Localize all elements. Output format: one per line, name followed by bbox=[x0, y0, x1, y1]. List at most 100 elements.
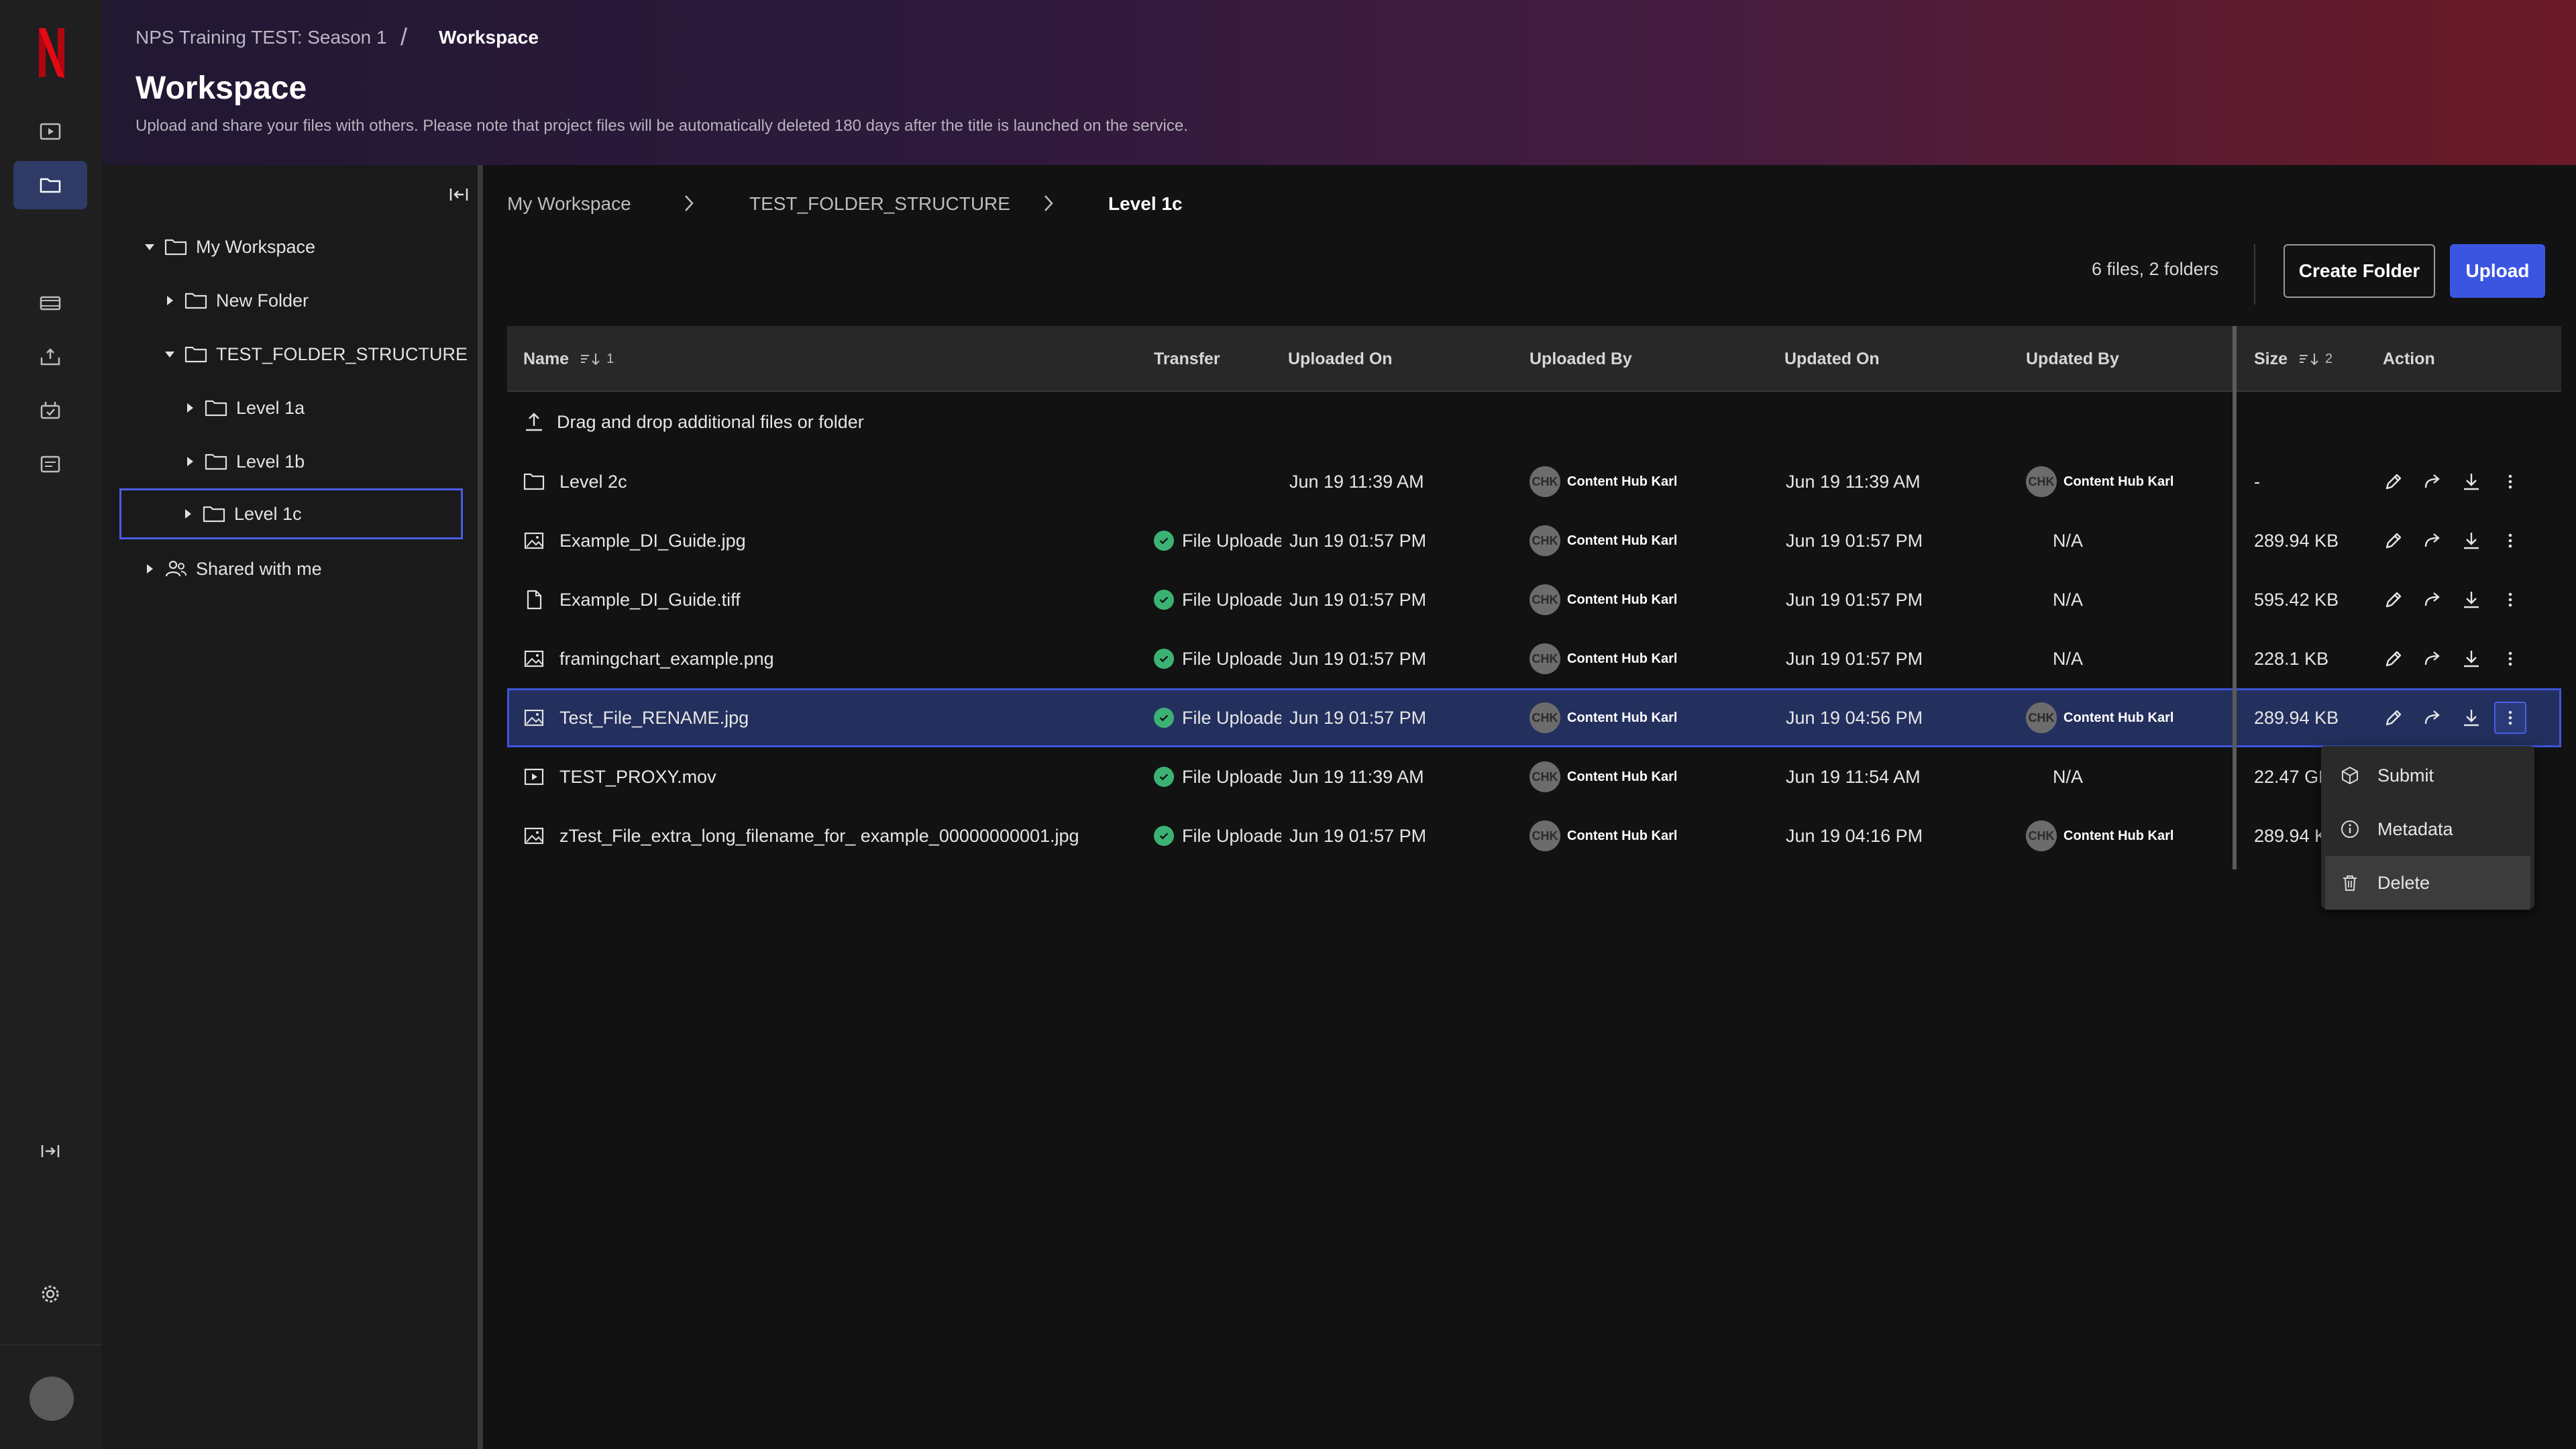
updated-by: Content Hub Karl bbox=[2063, 474, 2174, 489]
upload-button[interactable]: Upload bbox=[2450, 244, 2545, 298]
more-options-button-active[interactable] bbox=[2494, 702, 2526, 734]
pencil-icon bbox=[2385, 651, 2402, 667]
menu-item-submit[interactable]: Submit bbox=[2321, 749, 2534, 802]
rename-button[interactable] bbox=[2377, 702, 2410, 734]
caret-right-icon[interactable] bbox=[162, 293, 177, 308]
table-row-selected[interactable]: Test_File_RENAME.jpg File Uploaded Jun 1… bbox=[507, 688, 2561, 747]
more-options-button[interactable] bbox=[2494, 466, 2526, 498]
breadcrumb-current: Level 1c bbox=[1108, 193, 1183, 214]
table-header: Name 1 Transfer Uploaded On Uploaded By … bbox=[507, 326, 2561, 392]
caret-right-icon[interactable] bbox=[182, 400, 197, 415]
caret-right-icon[interactable] bbox=[182, 454, 197, 469]
table-row[interactable]: Example_DI_Guide.tiff File Uploaded Jun … bbox=[507, 570, 2561, 629]
file-name[interactable]: Test_File_RENAME.jpg bbox=[559, 708, 749, 729]
tree-item-test-folder-structure[interactable]: TEST_FOLDER_STRUCTURE bbox=[162, 329, 468, 380]
rail-titles-button[interactable] bbox=[13, 107, 87, 156]
more-options-button[interactable] bbox=[2494, 525, 2526, 557]
tree-item-my-workspace[interactable]: My Workspace bbox=[142, 221, 315, 272]
document-file-icon bbox=[527, 590, 542, 610]
uploaded-by: Content Hub Karl bbox=[1567, 769, 1678, 784]
file-name[interactable]: TEST_PROXY.mov bbox=[559, 767, 716, 788]
rail-tasks-button[interactable] bbox=[13, 440, 87, 488]
rail-expand-button[interactable] bbox=[13, 1127, 87, 1175]
share-button[interactable] bbox=[2416, 466, 2449, 498]
rename-button[interactable] bbox=[2377, 643, 2410, 675]
uploaded-on: Jun 19 11:39 AM bbox=[1289, 766, 1424, 787]
download-button[interactable] bbox=[2455, 525, 2487, 557]
rename-button[interactable] bbox=[2377, 525, 2410, 557]
page-subtitle: Upload and share your files with others.… bbox=[136, 117, 1188, 135]
caret-right-icon[interactable] bbox=[142, 561, 157, 576]
file-name[interactable]: framingchart_example.png bbox=[559, 649, 774, 669]
uploaded-on: Jun 19 01:57 PM bbox=[1289, 530, 1427, 551]
uploaded-by: Content Hub Karl bbox=[1567, 710, 1678, 725]
tree-item-level-1c[interactable]: Level 1c bbox=[119, 488, 463, 539]
table-row[interactable]: zTest_File_extra_long_filename_for_ exam… bbox=[507, 806, 2561, 865]
table-row[interactable]: Example_DI_Guide.jpg File Uploaded Jun 1… bbox=[507, 511, 2561, 570]
uploaded-by: Content Hub Karl bbox=[1567, 474, 1678, 489]
col-header-updated-on[interactable]: Updated On bbox=[1784, 326, 1880, 392]
download-icon bbox=[2464, 651, 2479, 667]
rail-review-button[interactable] bbox=[13, 386, 87, 435]
transfer-status: File Uploaded bbox=[1154, 747, 1281, 806]
folder-icon bbox=[164, 239, 187, 256]
file-name[interactable]: Example_DI_Guide.tiff bbox=[559, 590, 741, 610]
sort-indicator[interactable]: 1 bbox=[580, 352, 614, 367]
rail-settings-button[interactable] bbox=[13, 1270, 87, 1318]
share-button[interactable] bbox=[2416, 702, 2449, 734]
col-header-transfer[interactable]: Transfer bbox=[1154, 326, 1220, 392]
rail-media-button[interactable] bbox=[13, 279, 87, 327]
caret-down-icon[interactable] bbox=[162, 347, 177, 362]
header-breadcrumb-project[interactable]: NPS Training TEST: Season 1 bbox=[136, 27, 387, 48]
updated-by: N/A bbox=[2053, 589, 2084, 610]
breadcrumb-my-workspace[interactable]: My Workspace bbox=[507, 193, 631, 215]
download-button[interactable] bbox=[2455, 702, 2487, 734]
more-options-button[interactable] bbox=[2494, 584, 2526, 616]
tree-item-level-1a[interactable]: Level 1a bbox=[182, 382, 305, 433]
col-header-updated-by[interactable]: Updated By bbox=[2026, 326, 2119, 392]
download-button[interactable] bbox=[2455, 584, 2487, 616]
user-avatar: CHK bbox=[1529, 761, 1560, 792]
pencil-icon bbox=[2385, 710, 2402, 726]
download-icon bbox=[2464, 474, 2479, 490]
menu-item-delete[interactable]: Delete bbox=[2325, 856, 2530, 910]
collapse-tree-button[interactable] bbox=[444, 181, 474, 208]
rename-button[interactable] bbox=[2377, 466, 2410, 498]
folder-icon bbox=[40, 178, 61, 193]
table-row[interactable]: framingchart_example.png File Uploaded J… bbox=[507, 629, 2561, 688]
caret-down-icon[interactable] bbox=[142, 239, 157, 254]
col-header-uploaded-on[interactable]: Uploaded On bbox=[1288, 326, 1393, 392]
rail-workspace-button[interactable] bbox=[13, 161, 87, 209]
create-folder-button[interactable]: Create Folder bbox=[2284, 244, 2435, 298]
tree-item-shared-with-me[interactable]: Shared with me bbox=[142, 543, 322, 594]
download-button[interactable] bbox=[2455, 643, 2487, 675]
tree-item-level-1b[interactable]: Level 1b bbox=[182, 436, 305, 487]
share-button[interactable] bbox=[2416, 643, 2449, 675]
menu-item-metadata[interactable]: Metadata bbox=[2321, 802, 2534, 856]
file-size: 289.94 KB bbox=[2254, 707, 2339, 728]
tree-item-new-folder[interactable]: New Folder bbox=[162, 275, 309, 326]
breadcrumb-test-folder-structure[interactable]: TEST_FOLDER_STRUCTURE bbox=[749, 193, 1010, 215]
file-name[interactable]: zTest_File_extra_long_filename_for_ exam… bbox=[559, 826, 1079, 847]
transfer-label: File Uploaded bbox=[1182, 766, 1281, 787]
table-row[interactable]: TEST_PROXY.mov File Uploaded Jun 19 11:3… bbox=[507, 747, 2561, 806]
share-button[interactable] bbox=[2416, 525, 2449, 557]
sort-indicator[interactable]: 2 bbox=[2298, 352, 2332, 367]
share-button[interactable] bbox=[2416, 584, 2449, 616]
pane-resizer[interactable] bbox=[478, 165, 483, 1449]
rail-deliveries-button[interactable] bbox=[13, 333, 87, 381]
calendar-list-icon bbox=[40, 455, 60, 473]
table-row[interactable]: Level 2c Jun 19 11:39 AM CHK Content Hub… bbox=[507, 452, 2561, 511]
user-avatar[interactable] bbox=[30, 1377, 74, 1421]
file-name[interactable]: Example_DI_Guide.jpg bbox=[559, 531, 746, 551]
drop-zone[interactable]: Drag and drop additional files or folder bbox=[507, 393, 2561, 451]
col-header-name[interactable]: Name 1 bbox=[523, 326, 614, 392]
file-name[interactable]: Level 2c bbox=[559, 472, 627, 492]
more-options-button[interactable] bbox=[2494, 643, 2526, 675]
col-header-uploaded-by[interactable]: Uploaded By bbox=[1529, 326, 1632, 392]
download-button[interactable] bbox=[2455, 466, 2487, 498]
col-header-size[interactable]: Size 2 bbox=[2254, 326, 2332, 392]
caret-right-icon[interactable] bbox=[180, 506, 195, 521]
column-resizer[interactable] bbox=[2233, 326, 2237, 869]
rename-button[interactable] bbox=[2377, 584, 2410, 616]
